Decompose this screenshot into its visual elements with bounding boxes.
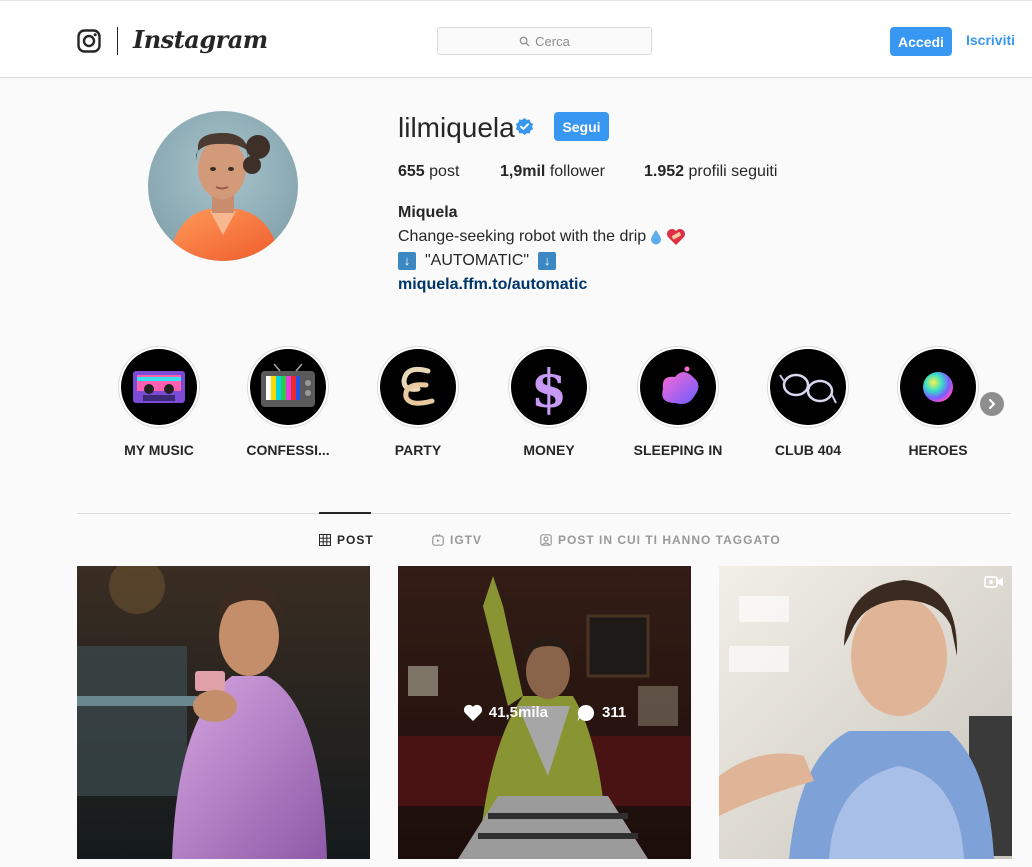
heart-icon <box>463 704 482 721</box>
bio-link[interactable]: miquela.ffm.to/automatic <box>398 276 587 294</box>
post-hover-overlay: 41,5mila 311 <box>398 566 691 859</box>
post-image <box>77 566 370 859</box>
tv-icon <box>261 363 315 407</box>
stat-posts-value: 655 <box>398 163 425 180</box>
highlight-confessions[interactable]: CONFESSI... <box>246 346 330 458</box>
tab-igtv[interactable]: IGTV <box>432 533 482 547</box>
highlight-heroes[interactable]: HEROES <box>897 346 979 458</box>
highlights-next-button[interactable] <box>980 392 1004 416</box>
stat-followers-value: 1,9mil <box>500 163 546 180</box>
stat-posts-label: post <box>429 163 460 180</box>
highlight-label: PARTY <box>394 442 442 458</box>
post-thumbnail[interactable]: 41,5mila 311 <box>398 566 691 859</box>
follow-button[interactable]: Segui <box>554 112 609 141</box>
tabs-divider <box>77 513 1011 514</box>
post-thumbnail[interactable] <box>719 566 1012 859</box>
tagged-icon <box>540 534 552 546</box>
tab-tagged[interactable]: POST IN CUI TI HANNO TAGGATO <box>540 533 781 547</box>
droplet-emoji-icon <box>651 230 662 245</box>
glasses-icon <box>779 373 837 404</box>
bio-line-2: ↓ "AUTOMATIC" ↓ <box>398 251 557 271</box>
verified-badge-icon <box>515 117 534 136</box>
post-comments: 311 <box>576 703 626 723</box>
profile-avatar[interactable] <box>148 111 298 261</box>
instagram-wordmark-logo[interactable]: Instagram <box>133 25 268 54</box>
bio-text-1: Change-seeking robot with the drip <box>398 228 647 245</box>
comments-count: 311 <box>602 704 627 721</box>
signup-link[interactable]: Iscriviti <box>966 32 1015 48</box>
top-navbar: Instagram Cerca Accedi Iscriviti <box>0 0 1032 78</box>
stat-following[interactable]: 1.952 profili seguiti <box>644 163 777 181</box>
active-tab-indicator <box>319 512 371 514</box>
tab-label: POST <box>337 533 374 547</box>
highlight-label: CLUB 404 <box>774 442 842 458</box>
tab-label: POST IN CUI TI HANNO TAGGATO <box>558 533 781 547</box>
highlight-label: SLEEPING IN <box>633 442 723 458</box>
dollar-icon: $ <box>531 359 567 417</box>
mending-heart-emoji-icon <box>667 229 686 245</box>
bio-line-1: Change-seeking robot with the drip <box>398 227 686 247</box>
highlight-label: MY MUSIC <box>124 442 194 458</box>
blob-icon <box>662 366 699 404</box>
post-likes: 41,5mila <box>463 704 548 722</box>
profile-username: lilmiquela <box>398 112 515 143</box>
instagram-glyph-icon[interactable] <box>77 29 101 53</box>
grid-icon <box>319 534 331 546</box>
comment-icon <box>577 704 595 721</box>
down-arrow-emoji-icon: ↓ <box>538 252 557 270</box>
chevron-right-icon <box>989 399 996 409</box>
highlight-label: HEROES <box>908 442 968 458</box>
highlight-sleeping-in[interactable]: SLEEPING IN <box>634 346 722 458</box>
post-image <box>719 566 1012 859</box>
stat-followers[interactable]: 1,9mil follower <box>500 163 605 181</box>
highlight-party[interactable]: PARTY <box>377 346 459 458</box>
stat-following-label: profili seguiti <box>688 163 778 180</box>
orb-icon <box>923 372 953 402</box>
igtv-icon <box>432 534 444 546</box>
highlight-money[interactable]: $ MONEY <box>508 346 590 458</box>
tab-label: IGTV <box>450 533 483 547</box>
highlight-label: CONFESSI... <box>246 442 330 458</box>
login-button[interactable]: Accedi <box>890 27 952 56</box>
stat-followers-label: follower <box>549 163 605 180</box>
down-arrow-emoji-icon: ↓ <box>398 252 416 270</box>
search-icon <box>519 36 530 47</box>
nav-divider <box>117 27 118 55</box>
search-input[interactable]: Cerca <box>437 27 652 55</box>
highlight-my-music[interactable]: MY MUSIC <box>118 346 200 458</box>
search-placeholder: Cerca <box>535 33 570 49</box>
cl-logo-icon <box>401 366 435 406</box>
post-thumbnail[interactable] <box>77 566 370 859</box>
stat-posts: 655 post <box>398 163 459 181</box>
stat-following-value: 1.952 <box>644 163 685 180</box>
video-icon <box>984 576 1003 588</box>
highlight-club-404[interactable]: CLUB 404 <box>767 346 849 458</box>
tab-posts[interactable]: POST <box>319 533 374 547</box>
profile-full-name: Miquela <box>398 204 458 221</box>
bio-text-2: "AUTOMATIC" <box>425 252 530 269</box>
highlight-label: MONEY <box>523 442 575 458</box>
likes-count: 41,5mila <box>488 704 548 721</box>
cassette-icon <box>133 371 185 403</box>
svg-text:$: $ <box>531 359 567 417</box>
